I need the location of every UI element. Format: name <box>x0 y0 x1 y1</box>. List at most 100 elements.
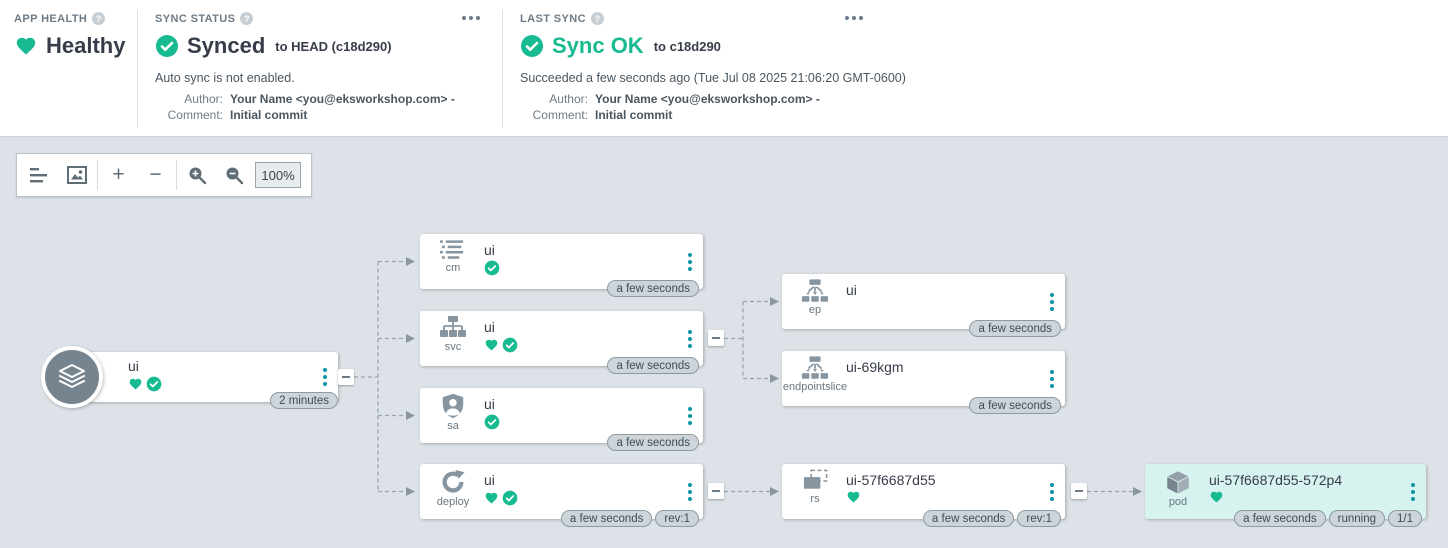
node-endpointslice-ui-69kgm[interactable]: endpointslice ui-69kgm a few seconds <box>782 351 1065 406</box>
healthy-heart-icon <box>128 377 143 391</box>
endpointslice-icon <box>801 356 829 380</box>
zoom-out-step-button[interactable]: − <box>137 156 174 194</box>
synced-check-icon <box>484 260 500 276</box>
node-kind-label: pod <box>1169 496 1187 508</box>
deployment-icon <box>440 469 466 495</box>
last-sync-revision: to c18d290 <box>654 39 721 54</box>
author-label: Author: <box>155 92 223 106</box>
node-menu-icon[interactable] <box>685 404 695 428</box>
configmap-icon <box>440 239 467 261</box>
comment-value: Initial commit <box>595 108 906 122</box>
node-configmap-ui[interactable]: cm ui a few seconds <box>420 234 703 289</box>
node-title: ui <box>484 319 495 335</box>
node-replicaset-ui-57f6687d55[interactable]: rs ui-57f6687d55 a few seconds rev:1 <box>782 464 1065 519</box>
application-icon <box>41 346 103 408</box>
node-title: ui-57f6687d55-572p4 <box>1209 472 1342 488</box>
node-menu-icon[interactable] <box>320 365 330 389</box>
fit-to-view-icon[interactable] <box>58 156 95 194</box>
healthy-heart-icon <box>484 338 499 352</box>
node-kind-label: sa <box>447 420 459 432</box>
zoom-level-value[interactable]: 100% <box>255 162 301 188</box>
node-pod-ui-57f6687d55-572p4[interactable]: pod ui-57f6687d55-572p4 a few seconds ru… <box>1145 464 1426 519</box>
sync-ok-check-icon <box>520 34 544 58</box>
service-icon <box>439 316 467 340</box>
node-menu-icon[interactable] <box>1047 480 1057 504</box>
sync-status-value: Synced <box>187 33 265 59</box>
age-badge: a few seconds <box>969 397 1061 414</box>
last-sync-label-text: LAST SYNC <box>520 13 586 25</box>
node-application-ui[interactable]: ui 2 minutes <box>88 352 338 402</box>
toolbar-divider <box>97 160 98 190</box>
node-menu-icon[interactable] <box>685 480 695 504</box>
app-health-section: APP HEALTH ? Healthy <box>14 12 125 59</box>
header-divider <box>137 10 138 128</box>
layout-list-icon[interactable] <box>21 156 58 194</box>
age-badge: a few seconds <box>607 357 699 374</box>
magnifier-zoom-in-icon[interactable] <box>179 156 216 194</box>
comment-value: Initial commit <box>230 108 455 122</box>
node-kind-label: endpointslice <box>783 381 847 393</box>
collapse-button[interactable] <box>708 483 724 499</box>
node-menu-icon[interactable] <box>1408 480 1418 504</box>
help-icon[interactable]: ? <box>591 12 604 25</box>
synced-check-icon <box>502 490 518 506</box>
sync-revision: to HEAD (c18d290) <box>275 39 391 54</box>
age-badge: 2 minutes <box>270 392 338 409</box>
collapse-button[interactable] <box>708 330 724 346</box>
author-label: Author: <box>520 92 588 106</box>
node-serviceaccount-ui[interactable]: sa ui a few seconds <box>420 388 703 443</box>
ready-badge: 1/1 <box>1388 510 1422 527</box>
graph-toolbar: + − 100% <box>16 153 312 197</box>
app-health-label: APP HEALTH ? <box>14 12 125 25</box>
node-menu-icon[interactable] <box>685 250 695 274</box>
age-badge: a few seconds <box>969 320 1061 337</box>
node-deployment-ui[interactable]: deploy ui a few seconds rev:1 <box>420 464 703 519</box>
last-sync-note: Succeeded a few seconds ago (Tue Jul 08 … <box>520 71 906 85</box>
node-kind-label: cm <box>446 262 461 274</box>
zoom-in-step-button[interactable]: + <box>100 156 137 194</box>
age-badge: a few seconds <box>607 434 699 451</box>
app-health-value: Healthy <box>46 33 125 59</box>
synced-check-icon <box>155 34 179 58</box>
healthy-heart-icon <box>846 490 861 504</box>
sync-status-label-text: SYNC STATUS <box>155 13 235 25</box>
help-icon[interactable]: ? <box>92 12 105 25</box>
status-bar: APP HEALTH ? Healthy SYNC STATUS ? Synce… <box>0 0 1448 137</box>
node-menu-icon[interactable] <box>1047 367 1057 391</box>
synced-check-icon <box>146 376 162 392</box>
toolbar-divider <box>176 160 177 190</box>
author-value: Your Name <you@eksworkshop.com> - <box>230 92 455 106</box>
sync-status-section: SYNC STATUS ? Synced to HEAD (c18d290) A… <box>155 12 455 122</box>
node-title: ui <box>846 282 857 298</box>
app-health-label-text: APP HEALTH <box>14 13 87 25</box>
header-divider <box>502 10 503 128</box>
node-service-ui[interactable]: svc ui a few seconds <box>420 311 703 366</box>
node-menu-icon[interactable] <box>1047 290 1057 314</box>
resource-tree-canvas[interactable]: + − 100% ui 2 minutes <box>0 137 1448 548</box>
replicaset-icon <box>802 469 829 492</box>
healthy-heart-icon <box>14 35 38 57</box>
node-endpoints-ui[interactable]: ep ui a few seconds <box>782 274 1065 329</box>
collapse-button[interactable] <box>1071 483 1087 499</box>
comment-label: Comment: <box>520 108 588 122</box>
node-title: ui <box>128 358 139 374</box>
collapse-button[interactable] <box>338 369 354 385</box>
node-title: ui <box>484 396 495 412</box>
comment-label: Comment: <box>155 108 223 122</box>
magnifier-zoom-out-icon[interactable] <box>216 156 253 194</box>
endpoints-icon <box>801 279 829 303</box>
node-kind-label: rs <box>810 493 819 505</box>
healthy-heart-icon <box>484 491 499 505</box>
help-icon[interactable]: ? <box>240 12 253 25</box>
node-kind-label: ep <box>809 304 821 316</box>
node-menu-icon[interactable] <box>685 327 695 351</box>
synced-check-icon <box>484 414 500 430</box>
age-badge: a few seconds <box>1234 510 1326 527</box>
last-sync-value: Sync OK <box>552 33 644 59</box>
node-kind-label: deploy <box>437 496 469 508</box>
auto-sync-note: Auto sync is not enabled. <box>155 71 455 85</box>
sync-status-menu-icon[interactable] <box>458 12 484 24</box>
last-sync-menu-icon[interactable] <box>841 12 867 24</box>
phase-badge: running <box>1329 510 1385 527</box>
node-title: ui-57f6687d55 <box>846 472 936 488</box>
